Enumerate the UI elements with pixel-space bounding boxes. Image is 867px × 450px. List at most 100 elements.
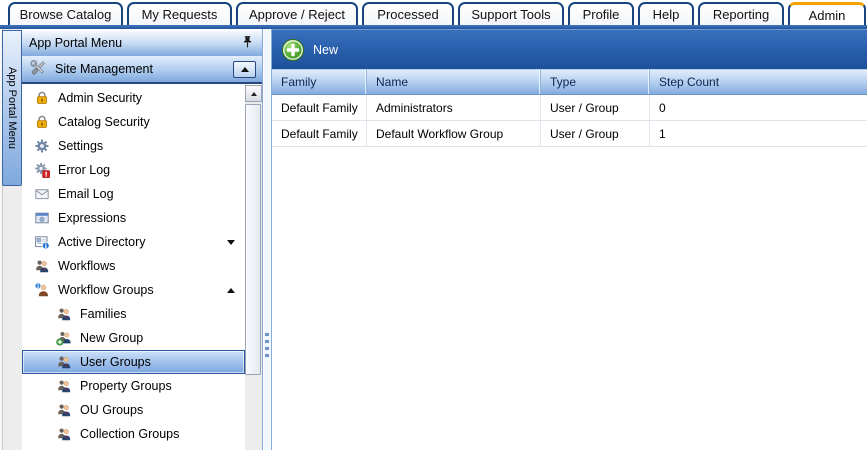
sidebar-item-label: Workflows xyxy=(58,259,115,273)
tab-strip: Browse CatalogMy RequestsApprove / Rejec… xyxy=(8,2,866,25)
table-cell: User / Group xyxy=(541,121,650,146)
person-info-icon xyxy=(34,282,51,299)
left-strip: App Portal Menu xyxy=(0,29,22,450)
section-title: Site Management xyxy=(55,62,153,76)
people-icon xyxy=(56,354,73,371)
sidebar: App Portal Menu xyxy=(22,29,262,450)
sidebar-item-catalog-security[interactable]: Catalog Security xyxy=(22,110,245,134)
table-cell: Default Family xyxy=(272,95,367,120)
scroll-up-icon xyxy=(251,92,257,96)
tab-help[interactable]: Help xyxy=(638,2,694,25)
gear-icon xyxy=(34,138,51,155)
app-portal-menu-vertical-tab[interactable]: App Portal Menu xyxy=(2,30,22,186)
directory-icon xyxy=(34,234,51,251)
sidebar-item-ou-groups[interactable]: OU Groups xyxy=(22,398,245,422)
column-header-family[interactable]: Family xyxy=(272,70,367,94)
table-row[interactable]: Default FamilyAdministratorsUser / Group… xyxy=(272,95,867,121)
main-panel: New FamilyNameTypeStep Count Default Fam… xyxy=(272,29,867,450)
collapse-arrow-icon[interactable] xyxy=(227,288,235,293)
sidebar-item-label: User Groups xyxy=(80,355,151,369)
sidebar-item-label: Admin Security xyxy=(58,91,142,105)
grid-header: FamilyNameTypeStep Count xyxy=(272,70,867,95)
sidebar-menu: Admin Security Catalog Security Settings Er… xyxy=(22,84,262,450)
sidebar-item-label: Collection Groups xyxy=(80,427,179,441)
tab-reporting[interactable]: Reporting xyxy=(698,2,784,25)
table-cell: Default Workflow Group xyxy=(367,121,541,146)
people-icon xyxy=(56,402,73,419)
sidebar-item-label: Workflow Groups xyxy=(58,283,154,297)
menu-item-list: Admin Security Catalog Security Settings Er… xyxy=(22,86,245,446)
sidebar-item-label: Property Groups xyxy=(80,379,172,393)
lock-icon xyxy=(34,114,51,131)
tools-icon xyxy=(28,58,48,81)
sidebar-item-label: Settings xyxy=(58,139,103,153)
sidebar-item-error-log[interactable]: Error Log xyxy=(22,158,245,182)
sidebar-item-collection-groups[interactable]: Collection Groups xyxy=(22,422,245,446)
sidebar-item-property-groups[interactable]: Property Groups xyxy=(22,374,245,398)
content-area: App Portal Menu App Portal Menu xyxy=(0,29,867,450)
sidebar-header: App Portal Menu xyxy=(22,29,262,56)
sidebar-item-email-log[interactable]: Email Log xyxy=(22,182,245,206)
tab-support-tools[interactable]: Support Tools xyxy=(458,2,564,25)
people-icon xyxy=(56,378,73,395)
table-row[interactable]: Default FamilyDefault Workflow GroupUser… xyxy=(272,121,867,147)
tab-processed[interactable]: Processed xyxy=(362,2,454,25)
people-add-icon xyxy=(56,330,73,347)
sidebar-item-families[interactable]: Families xyxy=(22,302,245,326)
tab-browse-catalog[interactable]: Browse Catalog xyxy=(8,2,123,25)
top-tab-bar: Browse CatalogMy RequestsApprove / Rejec… xyxy=(0,0,867,29)
pin-icon[interactable] xyxy=(240,35,255,50)
sidebar-item-label: Error Log xyxy=(58,163,110,177)
gear-error-icon xyxy=(34,162,51,179)
sidebar-item-label: Active Directory xyxy=(58,235,146,249)
tab-approve-reject[interactable]: Approve / Reject xyxy=(236,2,358,25)
new-button-label: New xyxy=(313,43,338,57)
sidebar-item-label: Catalog Security xyxy=(58,115,150,129)
tab-my-requests[interactable]: My Requests xyxy=(127,2,232,25)
sidebar-scrollbar[interactable] xyxy=(245,85,262,450)
column-header-name[interactable]: Name xyxy=(367,70,541,94)
tab-admin[interactable]: Admin xyxy=(788,2,866,25)
new-button[interactable]: New xyxy=(281,38,338,62)
chevron-up-icon xyxy=(241,67,249,72)
people-icon xyxy=(56,306,73,323)
sidebar-item-label: Families xyxy=(80,307,127,321)
sidebar-item-label: Email Log xyxy=(58,187,114,201)
section-collapse-button[interactable] xyxy=(233,61,256,78)
email-icon xyxy=(34,186,51,203)
sidebar-item-workflows[interactable]: Workflows xyxy=(22,254,245,278)
splitter-grip-icon xyxy=(265,333,269,361)
sidebar-item-expressions[interactable]: Expressions xyxy=(22,206,245,230)
table-cell: 1 xyxy=(650,121,867,146)
lock-icon xyxy=(34,90,51,107)
table-cell: User / Group xyxy=(541,95,650,120)
sidebar-item-user-groups[interactable]: User Groups xyxy=(22,350,245,374)
grid-body: Default FamilyAdministratorsUser / Group… xyxy=(272,95,867,147)
sidebar-item-active-directory[interactable]: Active Directory xyxy=(22,230,245,254)
sidebar-item-settings[interactable]: Settings xyxy=(22,134,245,158)
tab-profile[interactable]: Profile xyxy=(568,2,634,25)
table-cell: Administrators xyxy=(367,95,541,120)
sidebar-item-new-group[interactable]: New Group xyxy=(22,326,245,350)
vertical-tab-label: App Portal Menu xyxy=(6,67,18,149)
table-cell: Default Family xyxy=(272,121,367,146)
people-icon xyxy=(34,258,51,275)
sidebar-title: App Portal Menu xyxy=(29,36,122,50)
main-toolbar: New xyxy=(272,29,867,70)
expand-arrow-icon[interactable] xyxy=(227,240,235,245)
table-cell: 0 xyxy=(650,95,867,120)
sidebar-item-label: OU Groups xyxy=(80,403,143,417)
scrollbar-thumb[interactable] xyxy=(245,104,261,375)
column-header-type[interactable]: Type xyxy=(541,70,650,94)
scroll-up-button[interactable] xyxy=(245,85,262,102)
sidebar-item-workflow-groups[interactable]: Workflow Groups xyxy=(22,278,245,302)
sidebar-section-site-management[interactable]: Site Management xyxy=(22,56,262,84)
sidebar-item-admin-security[interactable]: Admin Security xyxy=(22,86,245,110)
app-portal-window: Browse CatalogMy RequestsApprove / Rejec… xyxy=(0,0,867,450)
column-header-step-count[interactable]: Step Count xyxy=(650,70,867,94)
expressions-icon xyxy=(34,210,51,227)
panel-splitter[interactable] xyxy=(262,29,272,450)
new-plus-icon xyxy=(281,38,305,62)
sidebar-item-label: Expressions xyxy=(58,211,126,225)
sidebar-item-label: New Group xyxy=(80,331,143,345)
